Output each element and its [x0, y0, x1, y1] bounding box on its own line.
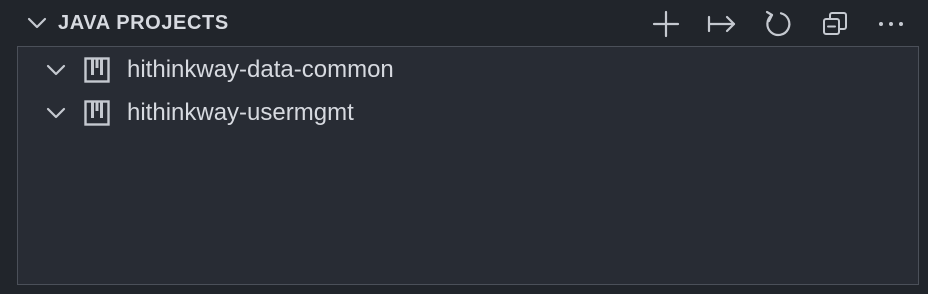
- collapse-all-button[interactable]: [818, 8, 852, 40]
- project-label: hithinkway-data-common: [127, 56, 394, 83]
- tree-item-project[interactable]: hithinkway-data-common: [18, 48, 917, 92]
- arrow-to-right-icon: [707, 15, 736, 33]
- new-project-button[interactable]: [649, 8, 683, 40]
- panel-title: JAVA PROJECTS: [58, 12, 229, 34]
- refresh-icon: [765, 10, 791, 37]
- ellipsis-icon: [879, 22, 903, 26]
- chevron-down-icon[interactable]: [46, 105, 66, 121]
- import-project-button[interactable]: [705, 8, 739, 40]
- collapse-all-icon: [823, 12, 847, 35]
- project-label: hithinkway-usermgmt: [127, 99, 354, 126]
- project-tree: hithinkway-data-common hithinkway-usermg…: [17, 46, 919, 285]
- java-project-icon: [84, 57, 110, 83]
- chevron-down-icon[interactable]: [46, 62, 66, 78]
- plus-icon: [652, 10, 680, 38]
- tree-item-project[interactable]: hithinkway-usermgmt: [18, 91, 917, 135]
- refresh-button[interactable]: [761, 8, 795, 40]
- chevron-down-icon[interactable]: [26, 14, 48, 32]
- java-project-icon: [84, 100, 110, 126]
- java-projects-panel: JAVA PROJECTS hithinkway-data-common hit…: [0, 0, 928, 294]
- more-actions-button[interactable]: [874, 8, 908, 40]
- panel-header[interactable]: JAVA PROJECTS: [0, 0, 928, 46]
